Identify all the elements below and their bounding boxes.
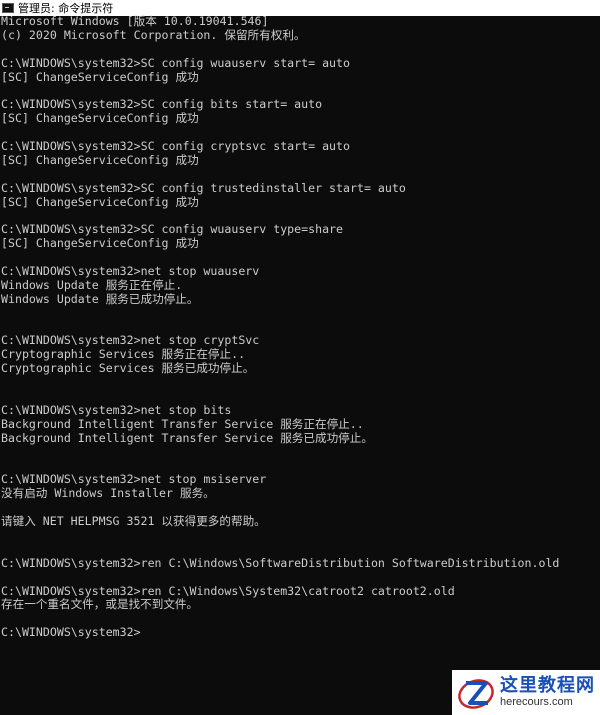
site-watermark: 这里教程网 herecours.com bbox=[452, 670, 600, 715]
console-line: C:\WINDOWS\system32>net stop wuauserv bbox=[1, 264, 260, 279]
console-line: Cryptographic Services 服务已成功停止。 bbox=[1, 361, 255, 376]
console-line: [SC] ChangeServiceConfig 成功 bbox=[1, 152, 199, 167]
console-line: [SC] ChangeServiceConfig 成功 bbox=[1, 236, 199, 251]
console-line: [SC] ChangeServiceConfig 成功 bbox=[1, 111, 199, 126]
console-line: [SC] ChangeServiceConfig 成功 bbox=[1, 69, 199, 84]
console-line: C:\WINDOWS\system32>net stop cryptSvc bbox=[1, 333, 260, 348]
console-line: C:\WINDOWS\system32> bbox=[1, 625, 141, 640]
console-output[interactable]: Microsoft Windows [版本 10.0.19041.546] (c)… bbox=[1, 14, 600, 640]
console-line: C:\WINDOWS\system32>SC config wuauserv s… bbox=[1, 55, 351, 70]
cmd-icon bbox=[2, 3, 14, 13]
console-line: Background Intelligent Transfer Service … bbox=[1, 416, 364, 431]
console-line: C:\WINDOWS\system32>SC config cryptsvc s… bbox=[1, 139, 351, 154]
console-line: C:\WINDOWS\system32>SC config wuauserv t… bbox=[1, 222, 344, 237]
console-line: Windows Update 服务正在停止. bbox=[1, 277, 183, 292]
cmd-window: 管理员: 命令提示符 Microsoft Windows [版本 10.0.19… bbox=[0, 0, 600, 715]
console-line: C:\WINDOWS\system32>ren C:\Windows\Softw… bbox=[1, 555, 560, 570]
console-line: Microsoft Windows [版本 10.0.19041.546] bbox=[1, 14, 269, 28]
console-line: 存在一个重名文件，或是找不到文件。 bbox=[1, 597, 199, 612]
console-line: C:\WINDOWS\system32>SC config bits start… bbox=[1, 97, 323, 112]
console-line: C:\WINDOWS\system32>SC config trustedins… bbox=[1, 180, 406, 195]
console-line: C:\WINDOWS\system32>net stop msiserver bbox=[1, 472, 267, 487]
console-line: (c) 2020 Microsoft Corporation. 保留所有权利。 bbox=[1, 27, 306, 42]
herecours-logo-icon bbox=[458, 678, 494, 709]
console-line: Cryptographic Services 服务正在停止.. bbox=[1, 347, 246, 362]
console-line: Background Intelligent Transfer Service … bbox=[1, 430, 373, 445]
console-line: [SC] ChangeServiceConfig 成功 bbox=[1, 194, 199, 209]
console-line: 请键入 NET HELPMSG 3521 以获得更多的帮助。 bbox=[1, 514, 266, 529]
console-line: C:\WINDOWS\system32>net stop bits bbox=[1, 402, 232, 417]
watermark-domain: herecours.com bbox=[500, 696, 573, 708]
console-line: Windows Update 服务已成功停止。 bbox=[1, 291, 199, 306]
console-line: 没有启动 Windows Installer 服务。 bbox=[1, 486, 215, 501]
watermark-name: 这里教程网 bbox=[500, 675, 595, 696]
console-line: C:\WINDOWS\system32>ren C:\Windows\Syste… bbox=[1, 583, 455, 598]
